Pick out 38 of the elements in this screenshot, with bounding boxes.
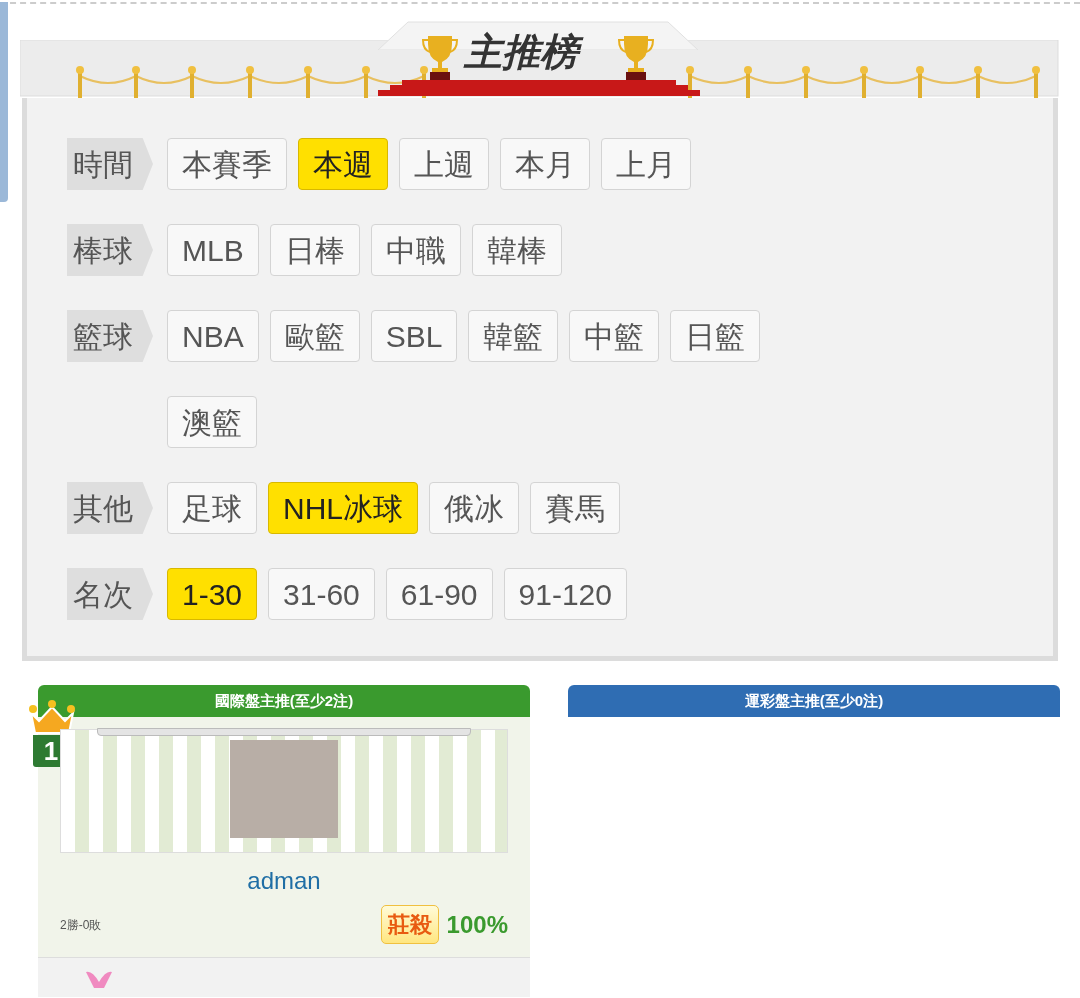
crown-icon: [29, 699, 75, 735]
filter-option[interactable]: 1-30: [167, 568, 258, 620]
user-name-link[interactable]: adman: [60, 863, 508, 899]
panel-header: 國際盤主推(至少2注): [38, 685, 530, 717]
filter-option[interactable]: 足球: [167, 482, 257, 534]
ribbon-icon: [84, 970, 114, 988]
banner-title: 主推榜: [464, 28, 586, 78]
filter-option[interactable]: 本月: [500, 138, 590, 190]
filter-option[interactable]: 本賽季: [167, 138, 287, 190]
filter-label: 時間: [67, 138, 153, 190]
filter-option[interactable]: 上週: [399, 138, 489, 190]
filter-option[interactable]: 澳籃: [167, 396, 257, 448]
filter-option[interactable]: 日籃: [670, 310, 761, 362]
filter-label: 名次: [67, 568, 153, 620]
filter-option[interactable]: 韓棒: [471, 224, 562, 276]
filter-option[interactable]: 上月: [601, 138, 691, 190]
filter-option[interactable]: 歐籃: [269, 310, 360, 362]
filter-option[interactable]: 91-120: [503, 568, 627, 620]
filter-label: 其他: [67, 482, 153, 534]
filter-option[interactable]: SBL: [370, 310, 458, 362]
filter-option[interactable]: 中職: [370, 224, 461, 276]
filter-option[interactable]: 中籃: [569, 310, 660, 362]
tag-badge: 莊殺: [380, 905, 439, 944]
panel-header: 運彩盤主推(至少0注): [568, 685, 1060, 717]
filter-option[interactable]: 本週: [298, 138, 388, 190]
filter-label: 棒球: [67, 224, 153, 276]
filter-option[interactable]: 韓籃: [468, 310, 559, 362]
filter-option[interactable]: MLB: [167, 224, 259, 276]
filter-option[interactable]: NHL冰球: [268, 482, 418, 534]
filter-option[interactable]: NBA: [167, 310, 259, 362]
filter-option[interactable]: 日棒: [269, 224, 360, 276]
filter-label: 籃球: [67, 310, 153, 362]
win-loss-record: 2勝-0敗: [60, 916, 102, 934]
filter-option[interactable]: 31-60: [268, 568, 375, 620]
filter-option[interactable]: 俄冰: [429, 482, 519, 534]
filter-option[interactable]: 61-90: [385, 568, 493, 620]
filter-option[interactable]: 賽馬: [530, 482, 620, 534]
win-rate: 100%: [446, 909, 508, 940]
